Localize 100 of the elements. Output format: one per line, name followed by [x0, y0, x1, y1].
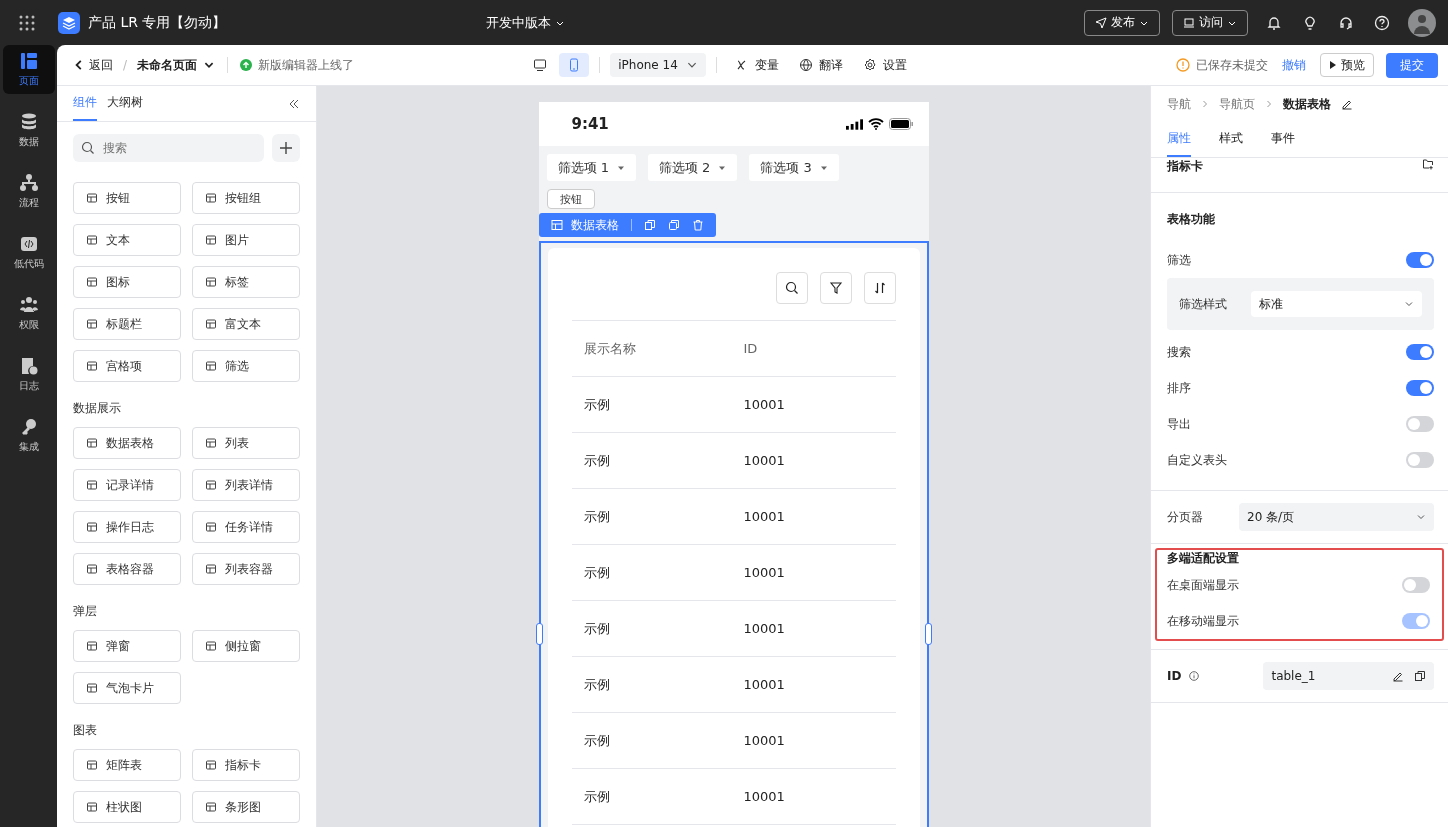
submit-button[interactable]: 提交 [1386, 52, 1438, 78]
group-title: 弹层 [73, 603, 98, 620]
filter-dropdown[interactable]: 筛选项 3 [749, 154, 839, 181]
rail-item[interactable]: 权限 [2, 289, 55, 338]
component-item[interactable]: 文本 [73, 224, 181, 256]
id-label: ID [1167, 669, 1182, 683]
rail-item[interactable]: 集成 [2, 411, 55, 460]
component-item[interactable]: 列表容器 [192, 553, 300, 585]
setting-label: 搜索 [1167, 343, 1191, 361]
breadcrumb-item[interactable]: 导航页 [1219, 95, 1255, 113]
properties-tab[interactable]: 属性 [1167, 122, 1191, 157]
component-item[interactable]: 操作日志 [73, 511, 181, 543]
component-item[interactable]: 富文本 [192, 308, 300, 340]
back-link[interactable]: 返回 [73, 56, 113, 74]
component-item[interactable]: 记录详情 [73, 469, 181, 501]
notice-link[interactable]: 新版编辑器上线了 [258, 56, 355, 74]
undo-link[interactable]: 撤销 [1282, 56, 1306, 74]
component-item[interactable]: 图标 [73, 266, 181, 298]
publish-button[interactable]: 发布 [1084, 9, 1160, 36]
table-cell: 10001 [743, 789, 785, 804]
settings-button[interactable]: 设置 [862, 56, 907, 74]
table-cell-text: 示例 [582, 619, 611, 638]
visit-button[interactable]: 访问 [1172, 9, 1248, 36]
component-item[interactable]: 弹窗 [73, 630, 181, 662]
table-cell-text: 示例 [582, 787, 611, 806]
rail-item[interactable]: 低代码 [2, 228, 55, 277]
setting-label: 筛选 [1167, 251, 1191, 269]
search-field[interactable]: 搜索 [73, 134, 264, 162]
table-cell-text: 示例 [582, 451, 611, 470]
rail-item[interactable]: 数据 [2, 106, 55, 155]
breadcrumb-item[interactable]: 导航 [1167, 95, 1191, 113]
column-header: ID [743, 341, 758, 356]
table-cell-text: 示例 [582, 563, 611, 582]
setting-label: 自定义表头 [1167, 451, 1227, 469]
table-cell: 10001 [743, 397, 785, 412]
device-select[interactable]: iPhone 14 [610, 53, 706, 77]
path-separator: / [123, 58, 128, 72]
component-item[interactable]: 柱状图 [73, 791, 181, 823]
rail-item[interactable]: 页面 [2, 45, 55, 94]
preview-button[interactable]: 预览 [1320, 53, 1374, 77]
section-title: 指标卡 [1167, 158, 1203, 175]
group-title: 数据展示 [73, 400, 122, 417]
id-field[interactable]: table_1 [1263, 662, 1434, 690]
setting-label: 导出 [1167, 415, 1191, 433]
page-size-select[interactable]: 20 条/页 [1239, 503, 1434, 531]
filter-dropdown[interactable]: 筛选项 2 [647, 154, 738, 181]
properties-tab[interactable]: 事件 [1271, 122, 1295, 157]
table-cell-text: 示例 [582, 507, 611, 526]
component-item[interactable]: 按钮组 [192, 182, 300, 214]
table-cell: 10001 [743, 733, 785, 748]
section-title: 表格功能 [1167, 211, 1216, 228]
group-title: 图表 [73, 722, 98, 739]
save-status: 已保存未提交 [1196, 56, 1268, 74]
component-item[interactable]: 宫格项 [73, 350, 181, 382]
component-item[interactable]: 标题栏 [73, 308, 181, 340]
setting-label: 排序 [1167, 379, 1191, 397]
component-item[interactable]: 数据表格 [73, 427, 181, 459]
table-cell-text: 示例 [582, 675, 611, 694]
component-item[interactable]: 条形图 [192, 791, 300, 823]
style-select[interactable]: 标准 [1251, 291, 1422, 317]
panel-tab[interactable]: 大纲树 [107, 86, 143, 121]
rail-item[interactable]: 流程 [2, 167, 55, 216]
filter-dropdown[interactable]: 筛选项 1 [546, 154, 636, 181]
setting-label: 筛选样式 [1179, 295, 1227, 313]
component-item[interactable]: 标签 [192, 266, 300, 298]
app-name: 产品 LR 专用【勿动】 [88, 13, 227, 32]
component-item[interactable]: 筛选 [192, 350, 300, 382]
table-cell: 10001 [743, 565, 785, 580]
table-cell-text: 示例 [582, 395, 611, 414]
component-item[interactable]: 图片 [192, 224, 300, 256]
status-time: 9:41 [571, 115, 610, 133]
table-cell: 10001 [743, 677, 785, 692]
table-cell: 10001 [743, 509, 785, 524]
properties-tab[interactable]: 样式 [1219, 122, 1243, 157]
rail-item[interactable]: 日志 [2, 350, 55, 399]
component-item[interactable]: 按钮 [73, 182, 181, 214]
table-cell: 10001 [743, 621, 785, 636]
table-cell: 10001 [743, 453, 785, 468]
variable-button[interactable]: 变量 [734, 56, 779, 74]
column-header: 展示名称 [582, 339, 637, 358]
breadcrumb-item[interactable]: 数据表格 [1283, 95, 1331, 113]
component-item[interactable]: 气泡卡片 [73, 672, 181, 704]
panel-tab[interactable]: 组件 [73, 86, 97, 121]
version-dropdown[interactable]: 开发中版本 [485, 13, 565, 32]
table-cell-text: 示例 [582, 731, 611, 750]
setting-label: 分页器 [1167, 508, 1203, 526]
component-item[interactable]: 表格容器 [73, 553, 181, 585]
component-item[interactable]: 任务详情 [192, 511, 300, 543]
page-name-dropdown[interactable]: 未命名页面 [137, 56, 216, 74]
component-item[interactable]: 矩阵表 [73, 749, 181, 781]
setting-label: 在桌面端显示 [1167, 576, 1239, 594]
component-item[interactable]: 侧拉窗 [192, 630, 300, 662]
component-item[interactable]: 列表 [192, 427, 300, 459]
section-title: 多端适配设置 [1167, 550, 1239, 567]
sample-button[interactable]: 按钮 [546, 189, 595, 209]
component-item[interactable]: 指标卡 [192, 749, 300, 781]
component-item[interactable]: 列表详情 [192, 469, 300, 501]
setting-label: 在移动端显示 [1167, 612, 1239, 630]
selection-label: 数据表格 [570, 216, 619, 234]
translate-button[interactable]: 翻译 [798, 56, 843, 74]
